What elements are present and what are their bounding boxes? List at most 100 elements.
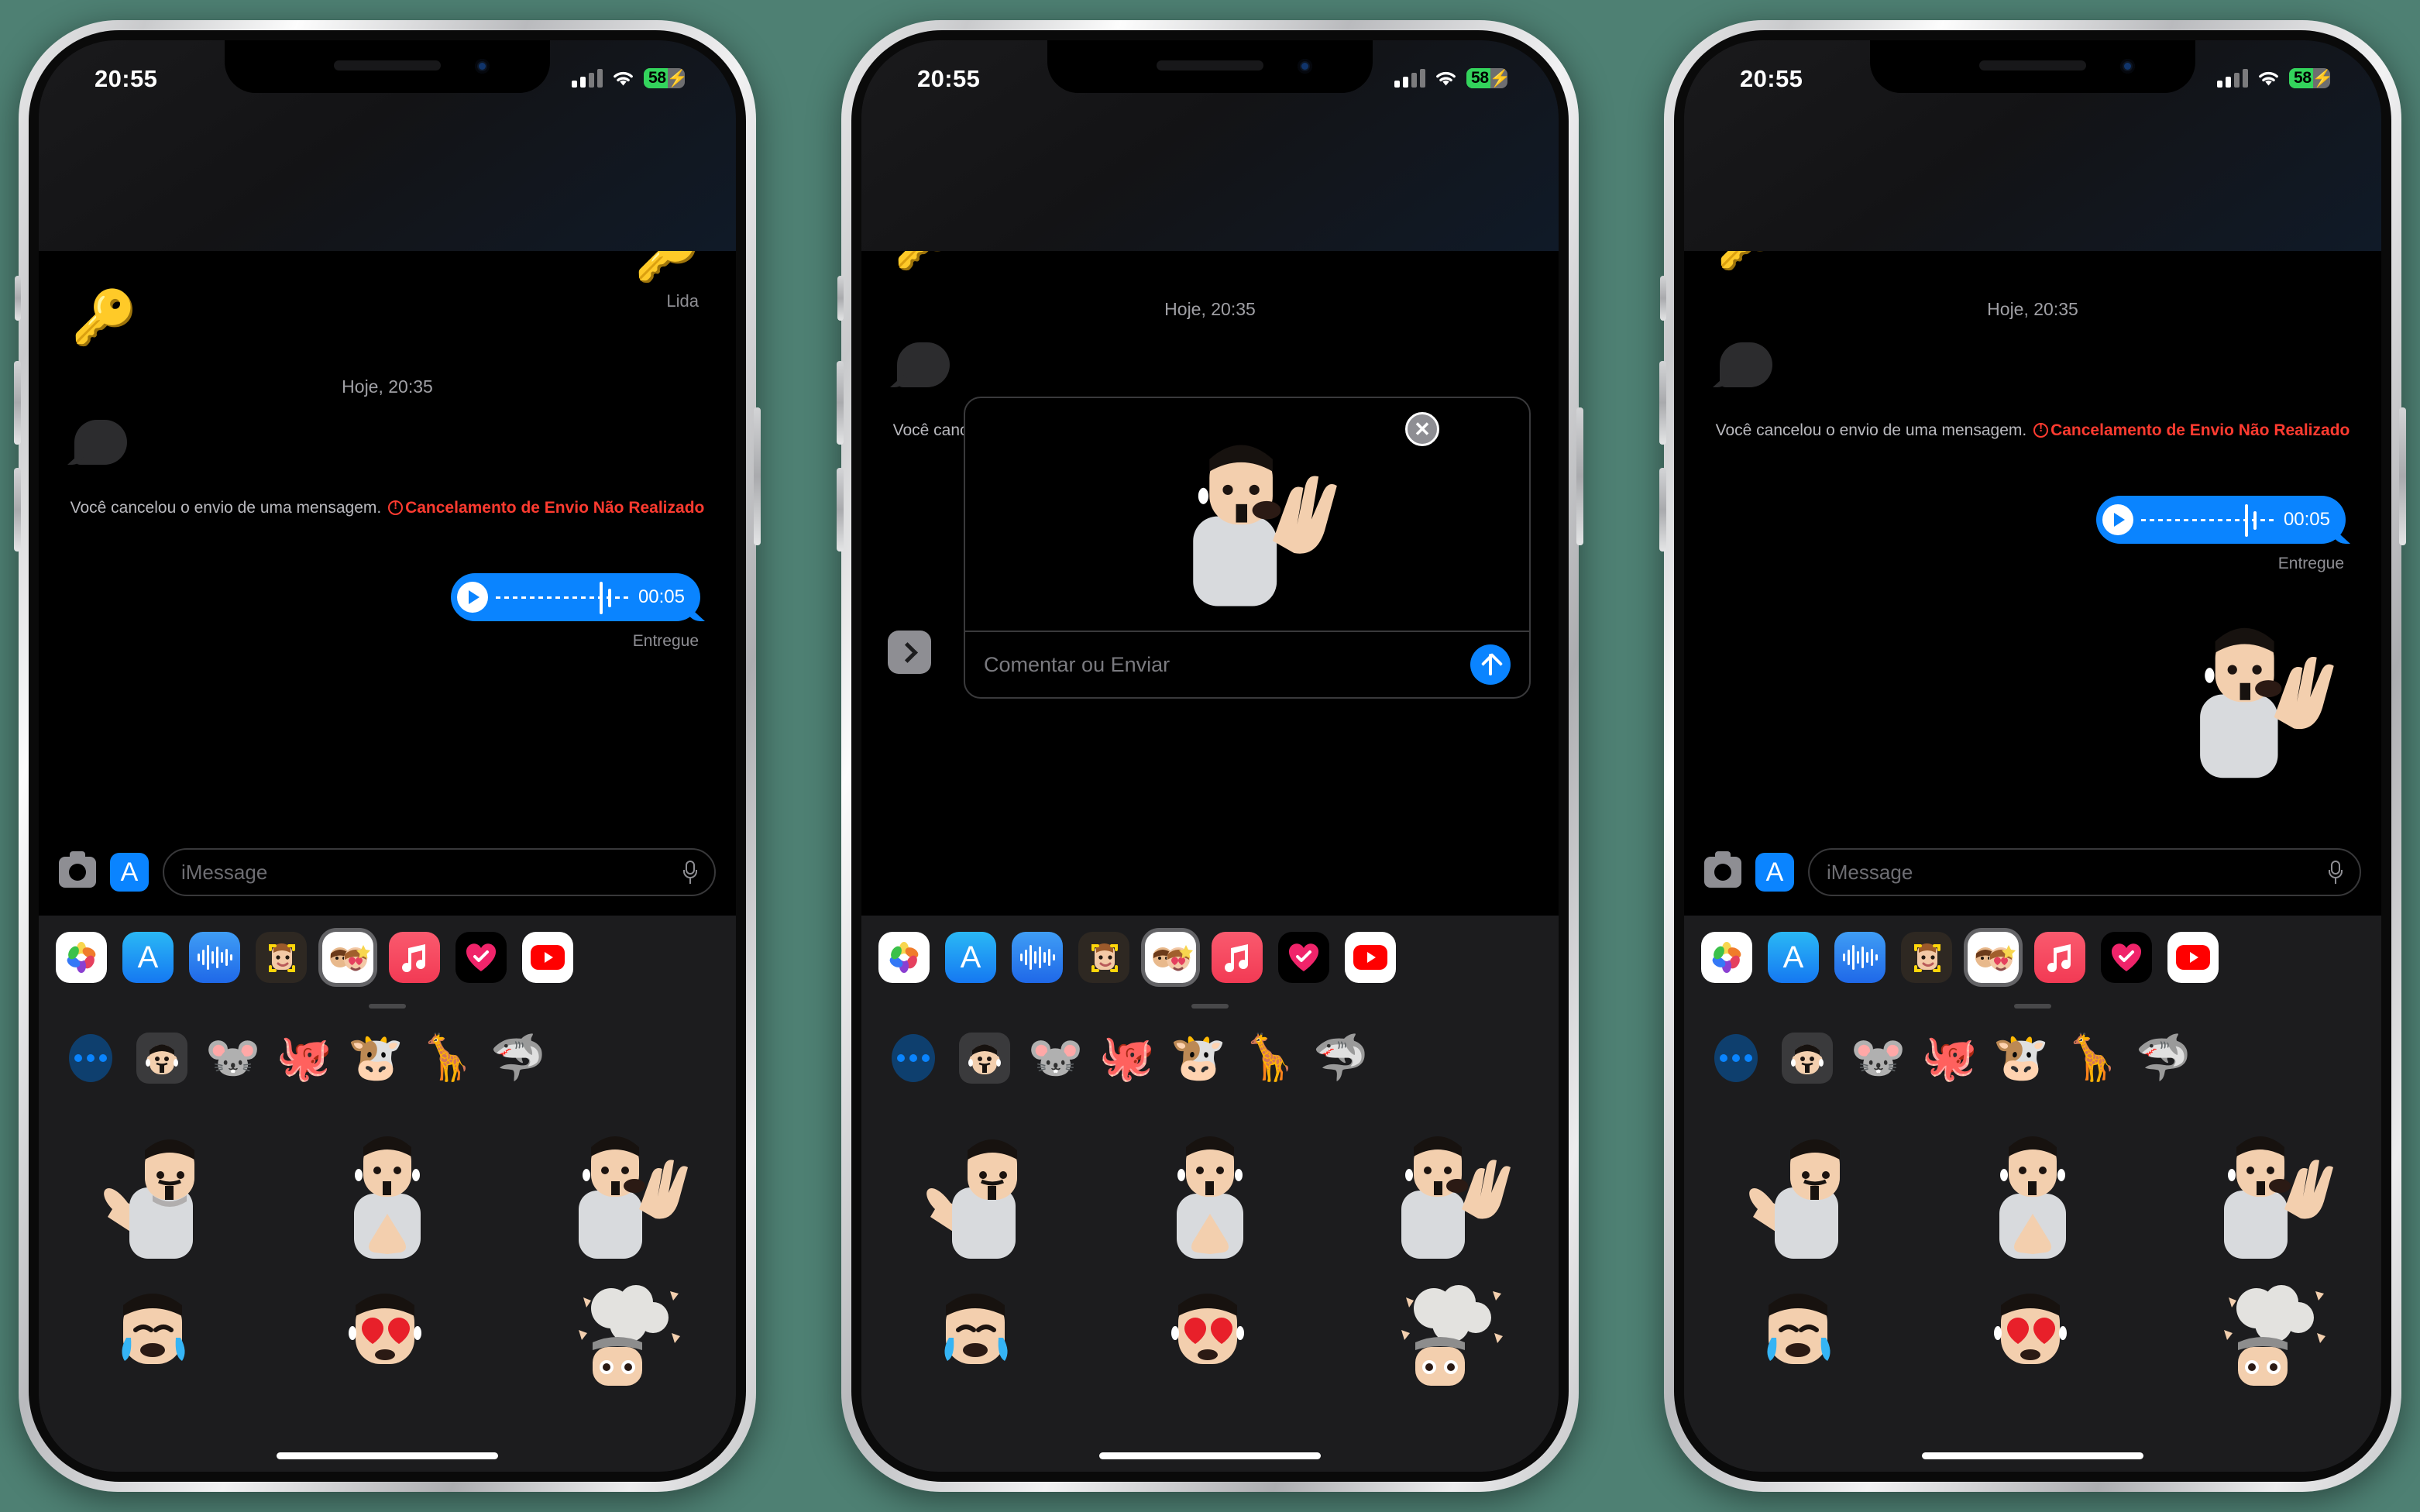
app-icon-app-store[interactable]: A xyxy=(122,932,174,983)
app-icon-memoji-stickers[interactable] xyxy=(1968,932,2019,983)
volume-down-button[interactable] xyxy=(1659,468,1666,552)
microphone-icon[interactable] xyxy=(2329,861,2343,884)
silent-switch[interactable] xyxy=(1660,276,1666,321)
app-icon-apple-music[interactable] xyxy=(1212,932,1263,983)
memoji-item-more-options[interactable] xyxy=(65,1033,116,1084)
app-icon-audio-messages[interactable] xyxy=(189,932,240,983)
sticker-heart-hands[interactable] xyxy=(1094,1108,1326,1270)
sticker-thumbs-up[interactable] xyxy=(1684,1108,1916,1270)
memoji-item-giraffe[interactable]: 🦒 xyxy=(2064,1033,2120,1084)
sent-memoji-sticker[interactable] xyxy=(2161,600,2339,789)
memoji-item-shark[interactable]: 🦈 xyxy=(2136,1033,2191,1084)
play-icon[interactable] xyxy=(457,582,488,613)
silent-switch[interactable] xyxy=(837,276,844,321)
sticker-waving[interactable] xyxy=(2149,1108,2381,1270)
silent-switch[interactable] xyxy=(15,276,21,321)
power-button[interactable] xyxy=(1576,407,1583,545)
memoji-item-octopus[interactable]: 🐙 xyxy=(1922,1033,1978,1084)
sticker-waving[interactable] xyxy=(1326,1108,1559,1270)
app-icon-photos[interactable] xyxy=(878,932,930,983)
volume-down-button[interactable] xyxy=(837,468,844,552)
power-button[interactable] xyxy=(754,407,761,545)
sticker-mind-blown[interactable] xyxy=(504,1270,736,1433)
expand-chevron-icon[interactable] xyxy=(888,631,931,674)
message-input-field[interactable]: iMessage xyxy=(163,848,716,896)
close-icon[interactable]: ✕ xyxy=(1405,412,1439,446)
app-icon-audio-messages[interactable] xyxy=(1834,932,1885,983)
app-icon-digital-touch[interactable] xyxy=(455,932,507,983)
app-icon-youtube[interactable] xyxy=(522,932,573,983)
home-indicator[interactable] xyxy=(1922,1452,2143,1459)
memoji-item-my-memoji[interactable] xyxy=(1782,1033,1833,1084)
sticker-heart-eyes[interactable] xyxy=(1916,1270,2149,1433)
memoji-item-mouse[interactable]: 🐭 xyxy=(1851,1033,1906,1084)
microphone-icon[interactable] xyxy=(683,861,697,884)
memoji-item-my-memoji[interactable] xyxy=(959,1033,1010,1084)
memoji-item-mouse[interactable]: 🐭 xyxy=(1028,1033,1084,1084)
memoji-item-mouse[interactable]: 🐭 xyxy=(205,1033,261,1084)
app-icon-apple-music[interactable] xyxy=(2034,932,2085,983)
memoji-item-shark[interactable]: 🦈 xyxy=(490,1033,546,1084)
app-icon-audio-messages[interactable] xyxy=(1012,932,1063,983)
app-icon-memoji-stickers[interactable] xyxy=(1145,932,1196,983)
memoji-item-cow[interactable]: 🐮 xyxy=(1993,1033,2049,1084)
sticker-crying[interactable] xyxy=(861,1270,1094,1433)
memoji-item-shark[interactable]: 🦈 xyxy=(1313,1033,1369,1084)
camera-icon[interactable] xyxy=(59,851,96,888)
sticker-thumbs-up[interactable] xyxy=(861,1108,1094,1270)
app-icon-animoji[interactable] xyxy=(1901,932,1952,983)
sticker-mind-blown[interactable] xyxy=(1326,1270,1559,1433)
memoji-item-cow[interactable]: 🐮 xyxy=(348,1033,404,1084)
memoji-item-octopus[interactable]: 🐙 xyxy=(277,1033,332,1084)
app-icon-youtube[interactable] xyxy=(1345,932,1396,983)
status-indicators: 58 ⚡ xyxy=(1394,68,1507,88)
app-icon-app-store[interactable]: A xyxy=(945,932,996,983)
message-input-field[interactable]: iMessage xyxy=(1808,848,2361,896)
warning-icon xyxy=(388,498,404,515)
app-icon-animoji[interactable] xyxy=(1078,932,1129,983)
app-store-icon[interactable]: A xyxy=(1755,853,1794,892)
camera-icon[interactable] xyxy=(1704,851,1741,888)
audio-message-bubble[interactable]: 00:05 xyxy=(2096,496,2346,544)
send-arrow-icon[interactable] xyxy=(1470,644,1511,685)
memoji-item-more-options[interactable] xyxy=(1710,1033,1762,1084)
sticker-thumbs-up[interactable] xyxy=(39,1108,271,1270)
app-icon-animoji[interactable] xyxy=(256,932,307,983)
app-icon-app-store[interactable]: A xyxy=(1768,932,1819,983)
app-icon-photos[interactable] xyxy=(56,932,107,983)
app-store-icon[interactable]: A xyxy=(110,853,149,892)
sticker-grid xyxy=(39,1108,736,1433)
app-icon-digital-touch[interactable] xyxy=(2101,932,2152,983)
daystamp: Hoje, 20:35 xyxy=(1164,299,1256,319)
memoji-item-more-options[interactable] xyxy=(888,1033,939,1084)
app-icon-memoji-stickers[interactable] xyxy=(322,932,373,983)
play-icon[interactable] xyxy=(2102,504,2133,535)
memoji-item-cow[interactable]: 🐮 xyxy=(1170,1033,1226,1084)
volume-up-button[interactable] xyxy=(14,361,21,445)
volume-down-button[interactable] xyxy=(14,468,21,552)
sticker-mind-blown[interactable] xyxy=(2149,1270,2381,1433)
home-indicator[interactable] xyxy=(1099,1452,1321,1459)
sticker-waving[interactable] xyxy=(504,1108,736,1270)
memoji-item-my-memoji[interactable] xyxy=(136,1033,187,1084)
comment-placeholder[interactable]: Comentar ou Enviar xyxy=(984,653,1470,677)
sticker-heart-eyes[interactable] xyxy=(1094,1270,1326,1433)
app-icon-digital-touch[interactable] xyxy=(1278,932,1329,983)
memoji-item-giraffe[interactable]: 🦒 xyxy=(419,1033,475,1084)
sticker-heart-eyes[interactable] xyxy=(271,1270,504,1433)
memoji-item-giraffe[interactable]: 🦒 xyxy=(1242,1033,1298,1084)
volume-up-button[interactable] xyxy=(1659,361,1666,445)
home-indicator[interactable] xyxy=(277,1452,498,1459)
volume-up-button[interactable] xyxy=(837,361,844,445)
app-icon-photos[interactable] xyxy=(1701,932,1752,983)
sticker-crying[interactable] xyxy=(1684,1270,1916,1433)
sticker-crying[interactable] xyxy=(39,1270,271,1433)
audio-message-bubble[interactable]: 00:05 xyxy=(451,573,700,621)
app-icon-youtube[interactable] xyxy=(2167,932,2219,983)
sticker-heart-hands[interactable] xyxy=(271,1108,504,1270)
app-icon-apple-music[interactable] xyxy=(389,932,440,983)
sticker-heart-hands[interactable] xyxy=(1916,1108,2149,1270)
audio-duration: 00:05 xyxy=(638,586,685,607)
power-button[interactable] xyxy=(2399,407,2406,545)
memoji-item-octopus[interactable]: 🐙 xyxy=(1099,1033,1155,1084)
